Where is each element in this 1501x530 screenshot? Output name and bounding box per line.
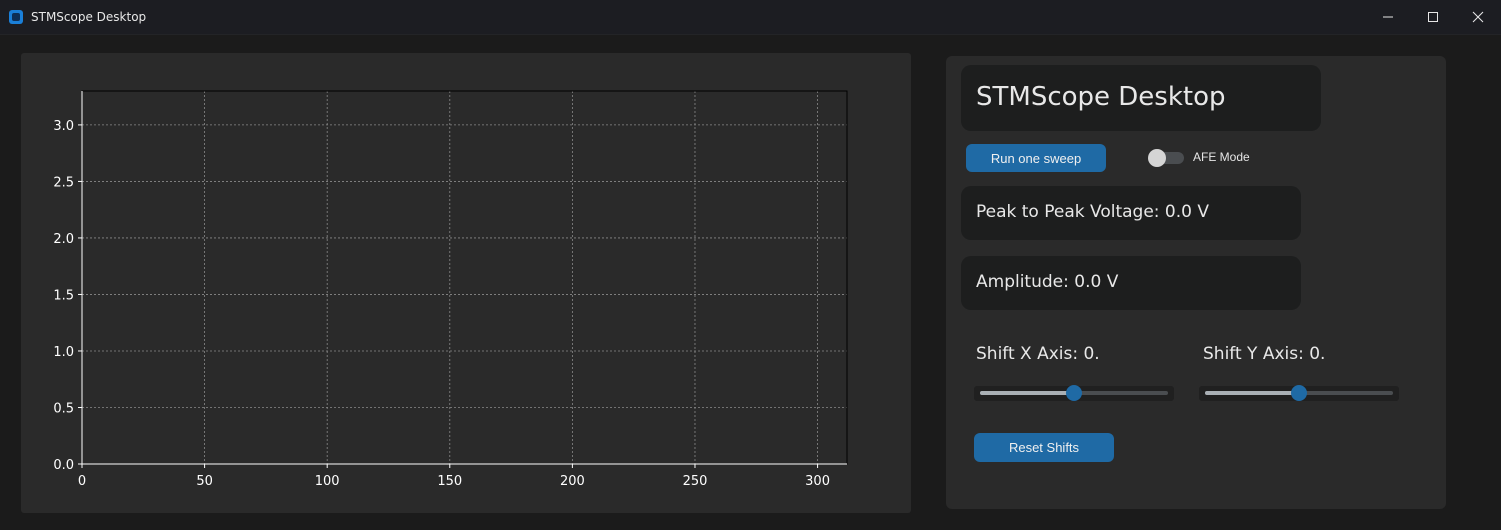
minimize-button[interactable] [1365, 0, 1411, 34]
shift-y-slider[interactable] [1199, 385, 1399, 401]
afe-mode-switch[interactable] [1148, 149, 1184, 167]
shift-y-slider-fill [1205, 391, 1299, 395]
afe-mode-label: AFE Mode [1193, 150, 1250, 164]
x-tick-label: 300 [805, 474, 830, 489]
app-title-box: STMScope Desktop [961, 65, 1321, 131]
x-tick-label: 50 [196, 474, 213, 489]
plot-area [82, 91, 847, 464]
peak-to-peak-box: Peak to Peak Voltage: 0.0 V [961, 186, 1301, 240]
maximize-icon [1428, 12, 1438, 22]
x-tick-label: 200 [560, 474, 585, 489]
plot-panel: 0 50 100 150 200 250 300 0.0 0.5 1.0 1.5 2.0 2.5 3.0 [21, 53, 911, 513]
maximize-button[interactable] [1410, 0, 1456, 34]
shift-y-slider-thumb[interactable] [1291, 385, 1307, 401]
x-tick-label: 150 [437, 474, 462, 489]
shift-y-slider-track [1205, 385, 1393, 401]
y-tick-label: 1.0 [53, 345, 74, 360]
y-tick-label: 0.0 [53, 458, 74, 473]
reset-shifts-button[interactable]: Reset Shifts [974, 433, 1114, 462]
x-tick-label: 0 [78, 474, 86, 489]
y-tick-label: 2.5 [53, 175, 74, 190]
amplitude-box: Amplitude: 0.0 V [961, 256, 1301, 310]
oscilloscope-plot[interactable]: 0 50 100 150 200 250 300 0.0 0.5 1.0 1.5 2.0 2.5 3.0 [21, 53, 911, 513]
close-icon [1472, 11, 1484, 23]
app-icon [9, 10, 23, 24]
shift-x-slider-track [980, 385, 1168, 401]
y-tick-label: 2.0 [53, 232, 74, 247]
x-tick-label: 100 [315, 474, 340, 489]
shift-x-slider[interactable] [974, 385, 1174, 401]
app-title: STMScope Desktop [976, 82, 1226, 112]
run-sweep-button[interactable]: Run one sweep [966, 144, 1106, 172]
y-tick-label: 3.0 [53, 119, 74, 134]
shift-y-label: Shift Y Axis: 0. [1203, 344, 1326, 364]
minimize-icon [1383, 16, 1393, 18]
peak-to-peak-readout: Peak to Peak Voltage: 0.0 V [976, 202, 1209, 222]
x-tick-label: 250 [683, 474, 708, 489]
y-tick-label: 0.5 [53, 401, 74, 416]
y-tick-label: 1.5 [53, 288, 74, 303]
close-button[interactable] [1455, 0, 1501, 34]
shift-x-slider-thumb[interactable] [1066, 385, 1082, 401]
afe-mode-switch-knob [1148, 149, 1166, 167]
shift-x-slider-fill [980, 391, 1074, 395]
control-panel: STMScope Desktop Run one sweep AFE Mode … [946, 56, 1446, 509]
title-bar: STMScope Desktop [0, 0, 1501, 35]
amplitude-readout: Amplitude: 0.0 V [976, 272, 1119, 292]
window-title: STMScope Desktop [31, 10, 147, 24]
shift-x-label: Shift X Axis: 0. [976, 344, 1100, 364]
